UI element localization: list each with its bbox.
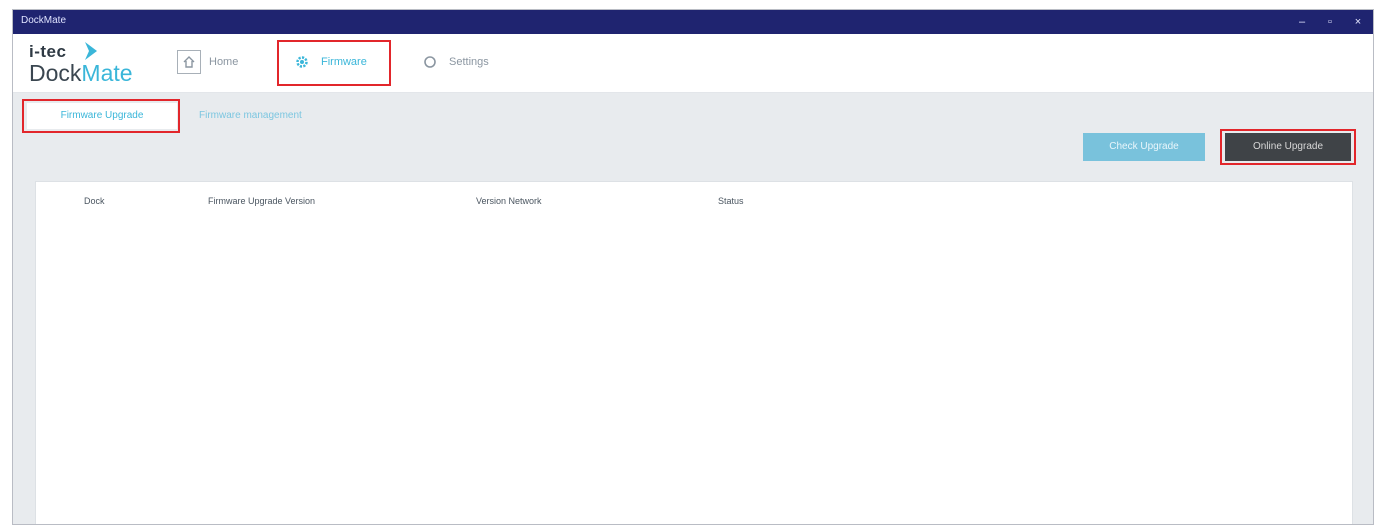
tab-firmware-management[interactable]: Firmware management [199, 103, 339, 129]
column-header-dock: Dock [84, 196, 105, 206]
highlight-online-upgrade [1220, 129, 1356, 165]
column-header-status: Status [718, 196, 744, 206]
nav-home-label: Home [209, 56, 239, 68]
app-window: DockMate – ▫ × i-tec DockMate Home Firmw… [12, 9, 1374, 525]
window-title: DockMate [21, 15, 67, 26]
dockmate-logo: i-tec DockMate [29, 40, 159, 88]
title-bar: DockMate – ▫ × [13, 10, 1373, 34]
chevron-logo-icon [85, 42, 97, 60]
highlight-nav-firmware [277, 40, 391, 86]
column-header-version-network: Version Network [476, 196, 542, 206]
logo-brand: i-tec [29, 42, 67, 61]
logo-product-b: Mate [81, 60, 133, 86]
nav-home[interactable]: Home [167, 44, 263, 80]
highlight-tab-firmware-upgrade [22, 99, 180, 133]
logo-product: DockMate [29, 60, 133, 87]
maximize-button[interactable]: ▫ [1319, 13, 1341, 31]
settings-icon [419, 51, 441, 73]
nav-settings-label: Settings [449, 56, 489, 68]
firmware-content: Firmware Upgrade Firmware management Che… [13, 93, 1373, 524]
home-icon [177, 50, 201, 74]
logo-product-a: Dock [29, 60, 82, 86]
app-header: i-tec DockMate Home Firmware Settings [13, 34, 1373, 93]
column-header-upgrade-version: Firmware Upgrade Version [208, 196, 316, 206]
close-button[interactable]: × [1347, 13, 1369, 31]
check-upgrade-button[interactable]: Check Upgrade [1083, 133, 1205, 161]
nav-settings[interactable]: Settings [409, 44, 509, 80]
minimize-button[interactable]: – [1291, 13, 1313, 31]
devices-table: Dock Firmware Upgrade Version Version Ne… [35, 181, 1353, 524]
